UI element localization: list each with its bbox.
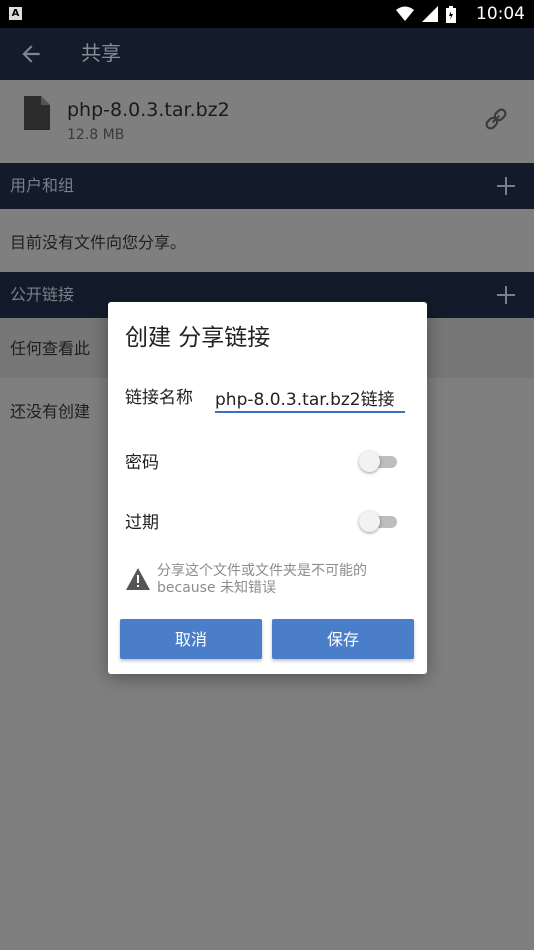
link-name-input[interactable] (215, 383, 405, 413)
clock: 10:04 (476, 4, 525, 24)
warning-icon (126, 568, 150, 590)
app-toolbar: 共享 (0, 28, 534, 80)
signal-icon (422, 6, 438, 22)
file-icon (24, 96, 50, 130)
password-label: 密码 (125, 453, 159, 473)
file-details: php-8.0.3.tar.bz2 12.8 MB (0, 80, 534, 162)
status-bar: A 10:04 (0, 0, 534, 28)
create-share-link-dialog: 创建 分享链接 链接名称 密码 过期 分享这个文件或文件夹是不可能的 becau… (108, 302, 427, 674)
add-share-icon[interactable] (494, 174, 518, 198)
cancel-button[interactable]: 取消 (120, 619, 262, 659)
wifi-icon (396, 6, 414, 21)
notification-icon: A (9, 7, 22, 20)
expiry-label: 过期 (125, 513, 159, 533)
users-groups-label: 用户和组 (10, 176, 75, 195)
expiry-toggle[interactable] (359, 509, 399, 533)
link-icon[interactable] (482, 105, 510, 133)
file-name: php-8.0.3.tar.bz2 (67, 99, 230, 121)
password-toggle-thumb (359, 451, 380, 472)
battery-icon (446, 5, 456, 23)
no-shares-text: 目前没有文件向您分享。 (10, 233, 187, 252)
warning-text: 分享这个文件或文件夹是不可能的 because 未知错误 (157, 563, 367, 596)
no-links-text: 还没有创建 (10, 402, 91, 421)
public-links-info-text: 任何查看此 (10, 339, 91, 358)
dialog-title: 创建 分享链接 (125, 325, 271, 351)
page-title: 共享 (81, 41, 121, 65)
expiry-toggle-thumb (359, 511, 380, 532)
file-size: 12.8 MB (67, 127, 125, 143)
add-link-icon[interactable] (494, 283, 518, 307)
save-button[interactable]: 保存 (272, 619, 414, 659)
public-links-label: 公开链接 (10, 285, 75, 304)
password-toggle[interactable] (359, 449, 399, 473)
link-name-label: 链接名称 (125, 388, 193, 408)
back-arrow-icon[interactable] (18, 41, 44, 67)
users-groups-header: 用户和组 (0, 163, 534, 209)
